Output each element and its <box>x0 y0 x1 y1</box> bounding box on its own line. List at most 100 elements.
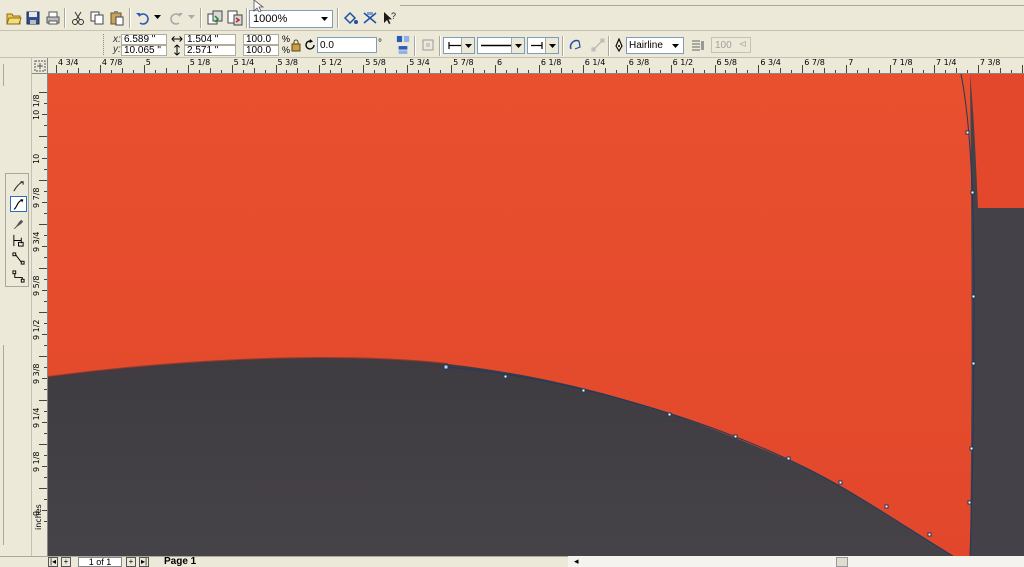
welcome-screen-icon[interactable] <box>360 8 380 28</box>
page-tab[interactable]: Page 1 <box>157 556 211 567</box>
scale-y-field[interactable]: 100.0 <box>243 45 279 56</box>
ruler-label: 9 3/4 <box>32 231 41 252</box>
ruler-major-tick <box>714 65 716 73</box>
line-style-select[interactable] <box>477 37 525 54</box>
ruler-minor-tick <box>66 70 68 73</box>
curve-node[interactable] <box>443 364 449 370</box>
import-icon[interactable] <box>205 8 225 28</box>
curve-node[interactable] <box>838 480 843 485</box>
redo-icon[interactable] <box>166 8 186 28</box>
ruler-minor-tick <box>527 70 529 73</box>
open-icon[interactable] <box>4 8 24 28</box>
y-position-field[interactable]: 10.065 " <box>121 45 167 56</box>
curve-node[interactable] <box>965 130 970 135</box>
horizontal-scrollbar-thumb[interactable] <box>836 557 848 567</box>
end-arrowhead-select[interactable] <box>527 37 559 54</box>
object-height-field[interactable]: 2.571 " <box>184 45 236 56</box>
ruler-label: 4 3/4 <box>58 58 79 67</box>
curve-node[interactable] <box>733 434 738 439</box>
print-icon[interactable] <box>43 8 63 28</box>
ruler-major-tick <box>977 65 979 73</box>
curve-node[interactable] <box>971 294 976 299</box>
ruler-minor-tick <box>42 422 47 423</box>
object-width-field[interactable]: 1.504 " <box>184 34 236 45</box>
chevron-down-icon[interactable] <box>545 38 558 53</box>
first-page-icon[interactable]: |◂ <box>48 557 58 567</box>
lock-ratio-icon[interactable] <box>289 38 303 52</box>
ruler-major-tick <box>39 268 47 269</box>
add-page-before-icon[interactable]: + <box>61 557 71 567</box>
ruler-minor-tick <box>692 68 694 73</box>
curve-node[interactable] <box>969 446 974 451</box>
curve-node[interactable] <box>971 361 976 366</box>
outline-width-select[interactable]: Hairline <box>626 37 684 54</box>
ruler-label: 6 1/8 <box>540 58 562 67</box>
rotate-icon <box>303 38 317 52</box>
ruler-minor-tick <box>560 68 562 73</box>
last-page-icon[interactable]: ▸| <box>139 557 149 567</box>
wrap-text-icon[interactable] <box>690 37 706 53</box>
ruler-minor-tick <box>44 499 47 500</box>
angled-connector-tool-icon[interactable] <box>10 268 27 284</box>
ruler-major-tick <box>319 65 321 73</box>
freehand-tool-icon[interactable] <box>10 178 27 194</box>
undo-icon[interactable] <box>133 8 153 28</box>
ruler-origin[interactable] <box>32 58 48 74</box>
undo-dropdown-arrow[interactable] <box>153 12 161 22</box>
vertical-ruler[interactable]: 10 1/8 10 9 7/8 9 3/4 9 5/8 9 1/2 9 3/8 9 1/4 9 … <box>32 74 48 556</box>
zoom-level-select[interactable]: 1000% <box>249 10 333 28</box>
ruler-minor-tick <box>341 68 343 73</box>
connector-tool-icon[interactable] <box>10 250 27 266</box>
scroll-left-icon[interactable]: ◂ <box>574 556 579 567</box>
redo-dropdown-arrow[interactable] <box>187 12 195 22</box>
curve-node[interactable] <box>503 374 508 379</box>
chevron-down-icon[interactable] <box>668 39 682 53</box>
rotation-angle-field[interactable]: 0.0 <box>317 37 377 53</box>
application-launcher-icon[interactable] <box>341 8 361 28</box>
curve-node[interactable] <box>927 532 932 537</box>
paste-icon[interactable] <box>107 8 127 28</box>
curve-node[interactable] <box>667 412 672 417</box>
add-page-after-icon[interactable]: + <box>126 557 136 567</box>
extend-curve-icon[interactable] <box>590 37 606 53</box>
property-bar-gripper[interactable] <box>103 34 106 55</box>
ruler-minor-tick <box>253 68 255 73</box>
curve-node[interactable] <box>581 388 586 393</box>
ruler-minor-tick <box>176 70 178 73</box>
ruler-label: 6 3/4 <box>760 58 781 67</box>
cut-icon[interactable] <box>68 8 88 28</box>
mirror-vertical-icon[interactable] <box>395 45 411 54</box>
ruler-minor-tick <box>242 70 244 73</box>
curve-node[interactable] <box>970 190 975 195</box>
drawing-canvas[interactable] <box>48 74 1024 556</box>
x-position-field[interactable]: 6.589 " <box>121 34 167 45</box>
curve-node[interactable] <box>884 504 889 509</box>
toolbox-gripper[interactable] <box>0 64 4 86</box>
ruler-major-tick <box>758 65 760 73</box>
chevron-down-icon[interactable] <box>317 12 331 26</box>
ruler-minor-tick <box>88 70 90 73</box>
chevron-down-icon[interactable] <box>511 38 524 53</box>
export-icon[interactable] <box>225 8 245 28</box>
curve-node[interactable] <box>967 500 972 505</box>
ruler-minor-tick <box>912 68 914 73</box>
toolbar-separator <box>246 8 248 28</box>
ruler-minor-tick <box>429 68 431 73</box>
dimension-tool-icon[interactable] <box>10 232 27 248</box>
ruler-label: 9 1/2 <box>32 319 41 340</box>
whats-this-icon[interactable]: ? <box>379 8 399 28</box>
artistic-media-tool-icon[interactable] <box>10 215 27 231</box>
scale-x-field[interactable]: 100.0 <box>243 34 279 45</box>
curve-node[interactable] <box>786 456 791 461</box>
chevron-down-icon[interactable] <box>461 38 474 53</box>
copy-icon[interactable] <box>87 8 107 28</box>
start-arrowhead-select[interactable] <box>443 37 475 54</box>
save-icon[interactable] <box>23 8 43 28</box>
close-curve-icon[interactable] <box>567 37 583 53</box>
wrap-paragraph-text-icon[interactable] <box>420 37 436 53</box>
bezier-tool-icon[interactable] <box>10 196 27 212</box>
ruler-minor-tick <box>44 191 47 192</box>
horizontal-scrollbar[interactable]: ◂ <box>568 556 1024 567</box>
horizontal-ruler[interactable]: 4 3/4 4 7/8 5 5 1/8 5 1/4 5 3/8 5 1/2 5 5/8 5 3/… <box>48 58 1024 74</box>
ruler-minor-tick <box>154 70 156 73</box>
